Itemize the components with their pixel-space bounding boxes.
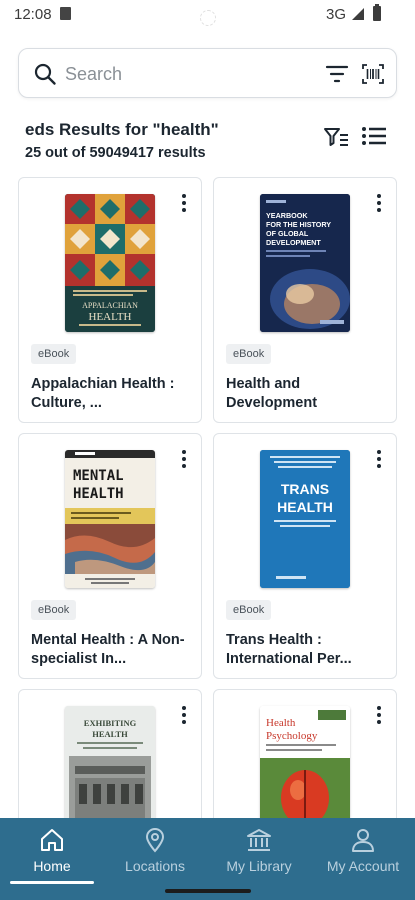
cover-title-line: Health [266,717,296,729]
search-bar[interactable] [18,48,397,98]
cover-title-line: FOR THE HISTORY [266,220,331,229]
result-card[interactable]: TRANS HEALTH eBook Trans Health : Intern… [213,433,397,679]
results-title: eds Results for "health" [25,120,219,139]
sd-card-icon [60,7,71,20]
card-title[interactable]: Health and Development [226,375,386,413]
results-count: 25 out of 59049417 results [25,145,206,161]
nav-my-account[interactable]: My Account [312,818,414,884]
network-type: 3G [326,6,347,23]
location-pin-icon [145,828,165,853]
book-cover[interactable]: MENTAL HEALTH [65,450,155,588]
cover-art: TRANS HEALTH [260,450,350,588]
nav-locations[interactable]: Locations [105,818,205,884]
bottom-navigation: Home Locations My Library My Account [0,818,415,884]
cover-title-line: MENTAL [73,468,124,484]
nav-my-library-label: My Library [226,858,292,874]
battery-icon [373,4,381,21]
more-options-icon[interactable] [372,704,386,726]
format-badge: eBook [226,344,272,364]
search-icon[interactable] [33,62,57,86]
status-bar: 12:08 3G [0,0,415,30]
search-input[interactable] [65,61,285,87]
nav-locations-label: Locations [125,858,185,874]
cover-art: YEARBOOK FOR THE HISTORY OF GLOBAL DEVEL… [260,194,350,332]
library-icon [247,829,271,851]
book-cover[interactable]: APPALACHIAN HEALTH [65,194,155,332]
cover-title-line: OF GLOBAL [266,229,309,238]
cover-title-line: Psychology [266,730,318,742]
signal-icon [352,8,364,20]
book-cover[interactable]: TRANS HEALTH [260,450,350,588]
cover-title-line: HEALTH [73,486,124,502]
list-view-icon[interactable] [361,125,387,147]
nav-home[interactable]: Home [2,818,102,884]
home-icon [41,829,63,851]
cover-title-line: DEVELOPMENT [266,238,321,247]
cover-art: APPALACHIAN HEALTH [65,194,155,332]
result-card[interactable]: MENTAL HEALTH eBook Mental Health : A No… [18,433,202,679]
cover-title-line: HEALTH [277,499,333,515]
barcode-scan-icon[interactable] [361,62,385,86]
card-title[interactable]: Trans Health : International Per... [226,631,386,669]
nav-my-library[interactable]: My Library [208,818,310,884]
cover-title-line: EXHIBITING [84,718,137,728]
more-options-icon[interactable] [177,704,191,726]
cover-title-line: HEALTH [89,311,132,323]
more-options-icon[interactable] [177,192,191,214]
home-indicator[interactable] [165,889,251,893]
refine-filter-icon[interactable] [323,126,349,148]
nav-home-label: Home [33,858,71,874]
status-time: 12:08 [14,6,52,23]
nav-my-account-label: My Account [326,858,400,874]
camera-cutout [200,10,216,26]
more-options-icon[interactable] [372,192,386,214]
cover-title-line: APPALACHIAN [82,301,138,310]
result-card[interactable]: APPALACHIAN HEALTH eBook Appalachian Hea… [18,177,202,423]
book-cover[interactable]: YEARBOOK FOR THE HISTORY OF GLOBAL DEVEL… [260,194,350,332]
filter-icon[interactable] [325,62,349,86]
cover-art: MENTAL HEALTH [65,450,155,588]
more-options-icon[interactable] [372,448,386,470]
cover-title-line: TRANS [281,481,329,497]
cover-title-line: HEALTH [92,729,128,739]
card-title[interactable]: Appalachian Health : Culture, ... [31,375,191,413]
format-badge: eBook [31,600,77,620]
cover-title-line: YEARBOOK [266,211,308,220]
card-title[interactable]: Mental Health : A Non-specialist In... [31,631,191,669]
more-options-icon[interactable] [177,448,191,470]
format-badge: eBook [31,344,77,364]
account-icon [352,829,374,852]
result-card[interactable]: YEARBOOK FOR THE HISTORY OF GLOBAL DEVEL… [213,177,397,423]
format-badge: eBook [226,600,272,620]
